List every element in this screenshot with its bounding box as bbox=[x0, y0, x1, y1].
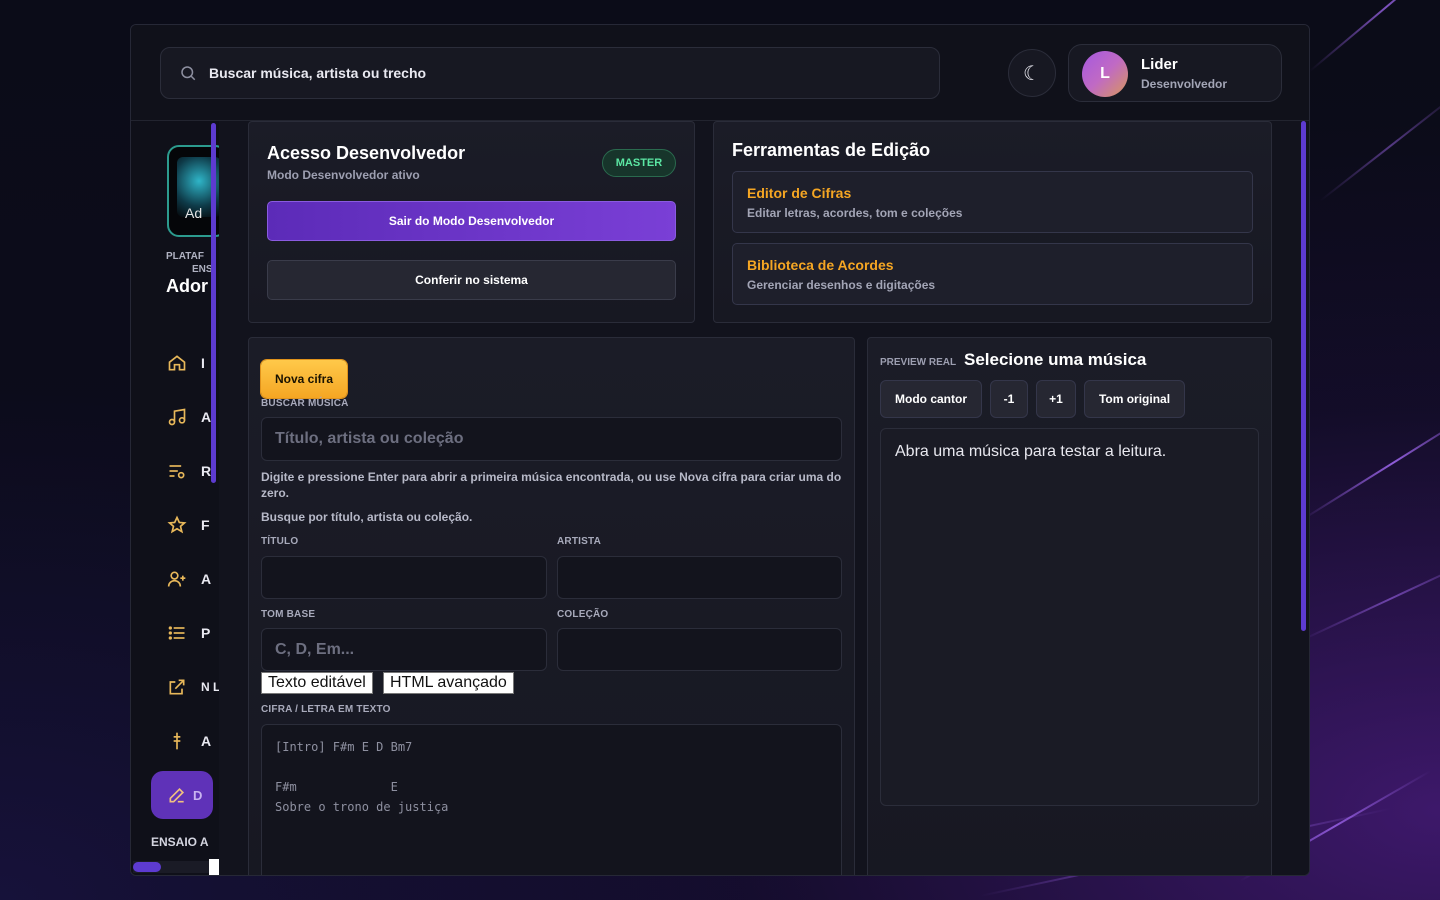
star-icon bbox=[167, 515, 187, 534]
sidebar-item-label: F bbox=[201, 517, 210, 533]
sidebar-item-label: I bbox=[201, 355, 205, 371]
theme-toggle-button[interactable]: ☾ bbox=[1008, 49, 1056, 97]
sidebar-item-chords[interactable]: A bbox=[167, 724, 219, 758]
sidebar-item-label: P bbox=[201, 625, 211, 641]
check-system-button[interactable]: Conferir no sistema bbox=[267, 260, 676, 300]
scroll-thumb[interactable] bbox=[133, 862, 161, 872]
preview-box: Abra uma música para testar a leitura. bbox=[880, 428, 1259, 806]
user-role: Desenvolvedor bbox=[1141, 77, 1228, 91]
transpose-down-button[interactable]: -1 bbox=[990, 380, 1028, 418]
card-title: Acesso Desenvolvedor bbox=[267, 143, 466, 163]
sidebar: Ad PLATAF ENS Ador I A R F A P N L A D E… bbox=[131, 121, 219, 875]
preview-card: PREVIEW REAL Selecione uma música Modo c… bbox=[867, 337, 1272, 875]
sidebar-item-list[interactable]: P bbox=[167, 616, 219, 650]
artist-label: ARTISTA bbox=[557, 536, 601, 547]
main-scrollbar[interactable] bbox=[1301, 121, 1306, 631]
card-title: Ferramentas de Edição bbox=[732, 140, 931, 160]
sidebar-item-label: N L bbox=[201, 680, 219, 694]
horizontal-scrollbar[interactable] bbox=[133, 861, 209, 873]
original-key-button[interactable]: Tom original bbox=[1084, 380, 1185, 418]
sidebar-item-label: A bbox=[201, 409, 212, 425]
sidebar-section-label: ENSAIO A bbox=[151, 835, 209, 849]
sidebar-item-favorites[interactable]: F bbox=[167, 508, 219, 542]
title-label: TÍTULO bbox=[261, 536, 299, 547]
key-field[interactable]: C, D, Em... bbox=[261, 628, 547, 671]
collection-label: COLEÇÃO bbox=[557, 609, 609, 620]
sidebar-item-developer[interactable]: D bbox=[151, 771, 213, 819]
platform-label: PLATAF bbox=[166, 251, 204, 262]
tool-chord-editor[interactable]: Editor de Cifras Editar letras, acordes,… bbox=[732, 171, 1253, 233]
preview-label: PREVIEW REAL bbox=[880, 357, 957, 368]
search-music-label: BUSCAR MÚSICA bbox=[261, 398, 349, 409]
status-badge: MASTER bbox=[602, 149, 676, 177]
sidebar-item-external-link[interactable]: N L bbox=[167, 670, 219, 704]
playlist-icon bbox=[169, 465, 185, 479]
help-text: Digite e pressione Enter para abrir a pr… bbox=[261, 470, 842, 500]
dev-access-card: Acesso Desenvolvedor Modo Desenvolvedor … bbox=[248, 121, 695, 323]
avatar: L bbox=[1082, 51, 1128, 97]
tool-title: Biblioteca de Acordes bbox=[747, 257, 894, 273]
sidebar-item-label: R bbox=[201, 463, 212, 479]
collection-field[interactable] bbox=[557, 628, 842, 671]
add-user-icon bbox=[167, 571, 186, 587]
search-input[interactable]: Buscar música, artista ou trecho bbox=[209, 65, 426, 81]
tool-desc: Gerenciar desenhos e digitações bbox=[747, 278, 936, 292]
main-content: Acesso Desenvolvedor Modo Desenvolvedor … bbox=[219, 121, 1309, 875]
transpose-up-button[interactable]: +1 bbox=[1036, 380, 1076, 418]
singer-mode-button[interactable]: Modo cantor bbox=[880, 380, 982, 418]
tool-desc: Editar letras, acordes, tom e coleções bbox=[747, 206, 963, 220]
user-name: Lider bbox=[1141, 56, 1178, 73]
app-window: Buscar música, artista ou trecho ☾ L Lid… bbox=[130, 24, 1310, 876]
search-bar[interactable]: Buscar música, artista ou trecho bbox=[160, 47, 940, 99]
artist-field[interactable] bbox=[557, 556, 842, 599]
logo-text: Ad bbox=[185, 205, 203, 221]
chart-text-label: CIFRA / LETRA EM TEXTO bbox=[261, 704, 391, 715]
exit-dev-mode-button[interactable]: Sair do Modo Desenvolvedor bbox=[267, 201, 676, 241]
top-bar: Buscar música, artista ou trecho ☾ L Lid… bbox=[131, 25, 1309, 121]
title-field[interactable] bbox=[261, 556, 547, 599]
sidebar-item-label: A bbox=[201, 571, 212, 587]
user-menu[interactable]: L Lider Desenvolvedor bbox=[1068, 44, 1282, 102]
music-icon bbox=[168, 408, 186, 426]
platform-label-2: ENS bbox=[192, 264, 213, 275]
new-chart-button[interactable]: Nova cifra bbox=[261, 360, 347, 398]
editor-card: Nova cifra BUSCAR MÚSICA Título, artista… bbox=[248, 337, 855, 875]
preview-title: Selecione uma música bbox=[964, 350, 1147, 369]
search-icon bbox=[181, 66, 196, 81]
tab-advanced-html[interactable]: HTML avançado bbox=[383, 672, 514, 694]
chart-textarea[interactable]: [Intro] F#m E D Bm7 F#m E Sobre o trono … bbox=[261, 724, 842, 875]
sidebar-item-add-user[interactable]: A bbox=[167, 562, 219, 596]
tool-chord-library[interactable]: Biblioteca de Acordes Gerenciar desenhos… bbox=[732, 243, 1253, 305]
music-search-input[interactable]: Título, artista ou coleção bbox=[261, 417, 842, 461]
moon-icon: ☾ bbox=[1023, 62, 1041, 85]
chord-icon bbox=[173, 732, 181, 750]
external-link-icon bbox=[169, 679, 185, 695]
tool-title: Editor de Cifras bbox=[747, 185, 852, 201]
brand-name: Ador bbox=[166, 276, 208, 296]
home-icon bbox=[168, 355, 186, 371]
card-subtitle: Modo Desenvolvedor ativo bbox=[267, 168, 420, 182]
sidebar-item-label: A bbox=[201, 733, 212, 749]
pencil-icon bbox=[169, 787, 185, 803]
key-label: TOM BASE bbox=[261, 609, 316, 620]
tab-editable-text[interactable]: Texto editável bbox=[261, 672, 373, 694]
edit-tools-card: Ferramentas de Edição Editor de Cifras E… bbox=[713, 121, 1272, 323]
sidebar-scrollbar[interactable] bbox=[211, 123, 216, 483]
scroll-corner bbox=[209, 859, 219, 875]
preview-body: Abra uma música para testar a leitura. bbox=[895, 443, 1167, 460]
sidebar-item-label: D bbox=[193, 787, 203, 803]
list-icon bbox=[168, 626, 185, 640]
help-text-2: Busque por título, artista ou coleção. bbox=[261, 510, 473, 524]
